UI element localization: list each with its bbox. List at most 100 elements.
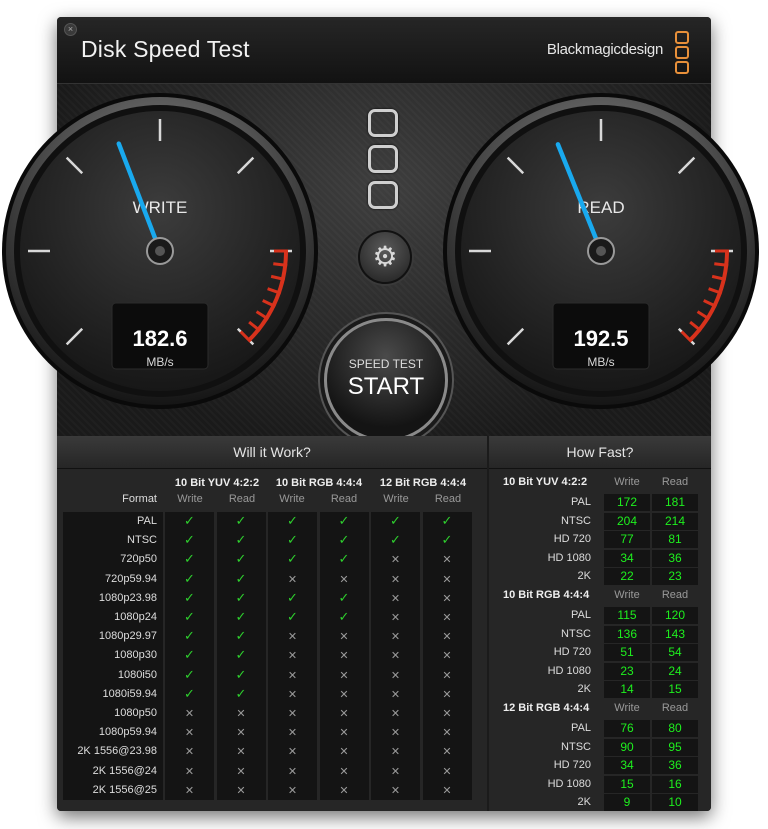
check-icon: ✓	[390, 513, 401, 528]
write-speed-value: 34	[604, 757, 650, 774]
check-icon: ✓	[235, 570, 247, 586]
format-row-label: PAL	[137, 515, 157, 527]
cross-icon: ✕	[339, 573, 349, 586]
check-icon: ✓	[390, 532, 401, 548]
read-speed-value: 23	[652, 568, 698, 585]
cross-icon: ✕	[390, 746, 401, 759]
read-speed-value: 24	[652, 662, 698, 680]
read-column-header: Read	[661, 589, 689, 601]
cross-icon: ✕	[184, 727, 195, 740]
write-column-header: Write	[614, 476, 640, 488]
cross-icon: ✕	[390, 573, 401, 586]
speed-row-label: HD 720	[553, 533, 591, 545]
cross-icon: ✕	[339, 727, 349, 740]
cross-icon: ✕	[287, 669, 298, 682]
write-gauge: WRITE 182.6 MB/s	[0, 91, 320, 411]
format-row-label: 1080p24	[114, 611, 157, 623]
speed-row-label: HD 1080	[547, 777, 591, 790]
cross-icon: ✕	[236, 727, 246, 740]
cross-icon: ✕	[287, 727, 298, 740]
cross-icon: ✕	[390, 784, 401, 797]
read-column-header: Read	[661, 702, 689, 714]
read-speed-value: 54	[652, 644, 698, 661]
gear-icon: ⚙	[372, 241, 398, 272]
read-gauge-svg: READ192.5MB/s	[443, 93, 759, 409]
cross-icon: ✕	[236, 765, 246, 778]
check-icon: ✓	[235, 685, 247, 701]
cross-icon: ✕	[184, 746, 195, 759]
check-icon: ✓	[287, 532, 298, 548]
write-column-header: Write	[177, 493, 203, 505]
cross-icon: ✕	[442, 669, 452, 682]
brand-logo-icon	[675, 31, 689, 76]
check-icon: ✓	[184, 647, 195, 663]
write-speed-value: 90	[604, 738, 650, 756]
speed-row-label: HD 1080	[547, 664, 591, 677]
read-speed-value: 81	[652, 531, 698, 548]
cross-icon: ✕	[339, 746, 349, 759]
cross-icon: ✕	[442, 727, 452, 740]
will-it-work-panel: Will it Work? 10 Bit YUV 4:2:2 Write Read 1…	[57, 436, 487, 811]
speed-row-label: 2K	[577, 796, 591, 808]
cross-icon: ✕	[442, 688, 452, 701]
write-speed-value: 23	[604, 662, 650, 680]
check-icon: ✓	[184, 532, 195, 548]
check-icon: ✓	[184, 628, 195, 644]
read-speed-value: 214	[652, 512, 698, 530]
cross-icon: ✕	[442, 612, 452, 624]
read-column-header: Read	[330, 493, 358, 505]
speed-row-label: PAL	[571, 496, 591, 508]
check-icon: ✓	[235, 589, 247, 605]
check-icon: ✓	[235, 628, 247, 644]
format-row-label: 2K 1556@23.98	[77, 745, 157, 758]
read-speed-unit: MB/s	[587, 355, 614, 369]
write-speed-value: 14	[604, 681, 650, 698]
check-icon: ✓	[287, 589, 298, 605]
speed-row-label: HD 720	[553, 759, 591, 771]
write-speed-value: 51	[604, 644, 650, 661]
cross-icon: ✕	[442, 631, 452, 644]
format-row-label: 1080p50	[114, 707, 157, 719]
write-column-header: Write	[279, 493, 305, 505]
cross-icon: ✕	[442, 592, 452, 605]
check-icon: ✓	[184, 551, 195, 567]
read-speed-value: 36	[652, 549, 698, 567]
title-bar: × Disk Speed Test Blackmagicdesign	[57, 17, 711, 84]
write-speed-value: 15	[604, 775, 650, 793]
cross-icon: ✕	[287, 765, 298, 778]
write-column-header: Write	[614, 702, 640, 714]
check-icon: ✓	[338, 532, 350, 548]
cross-icon: ✕	[390, 592, 401, 605]
speed-row-label: HD 1080	[547, 551, 591, 564]
cross-icon: ✕	[184, 784, 195, 797]
cross-icon: ✕	[287, 784, 298, 797]
how-fast-group-title: 10 Bit RGB 4:4:4	[503, 589, 590, 601]
format-group-header: 10 Bit YUV 4:2:2	[174, 477, 260, 489]
cross-icon: ✕	[442, 708, 452, 720]
cross-icon: ✕	[339, 669, 349, 682]
settings-button[interactable]: ⚙	[358, 230, 412, 284]
write-speed-value: 172	[604, 494, 650, 511]
cross-icon: ✕	[236, 708, 246, 720]
close-icon[interactable]: ×	[64, 23, 77, 36]
cross-icon: ✕	[390, 727, 401, 740]
speed-row-label: 2K	[577, 570, 591, 582]
check-icon: ✓	[287, 551, 298, 567]
check-icon: ✓	[184, 570, 195, 586]
check-icon: ✓	[184, 589, 195, 605]
check-icon: ✓	[235, 551, 247, 567]
write-column-header: Write	[614, 589, 640, 601]
cross-icon: ✕	[287, 573, 298, 586]
start-button[interactable]: SPEED TEST START	[324, 318, 448, 442]
cross-icon: ✕	[287, 688, 298, 701]
read-speed-value: 15	[652, 681, 698, 698]
how-fast-group-title: 10 Bit YUV 4:2:2	[503, 476, 588, 488]
speed-row-label: PAL	[571, 609, 591, 621]
cross-icon: ✕	[236, 746, 246, 759]
write-speed-value: 204	[604, 512, 650, 530]
cross-icon: ✕	[442, 554, 452, 567]
format-row-label: 1080p59.94	[98, 726, 157, 739]
check-icon: ✓	[338, 551, 350, 567]
write-gauge-svg: WRITE182.6MB/s	[2, 93, 318, 409]
cross-icon: ✕	[236, 784, 246, 797]
